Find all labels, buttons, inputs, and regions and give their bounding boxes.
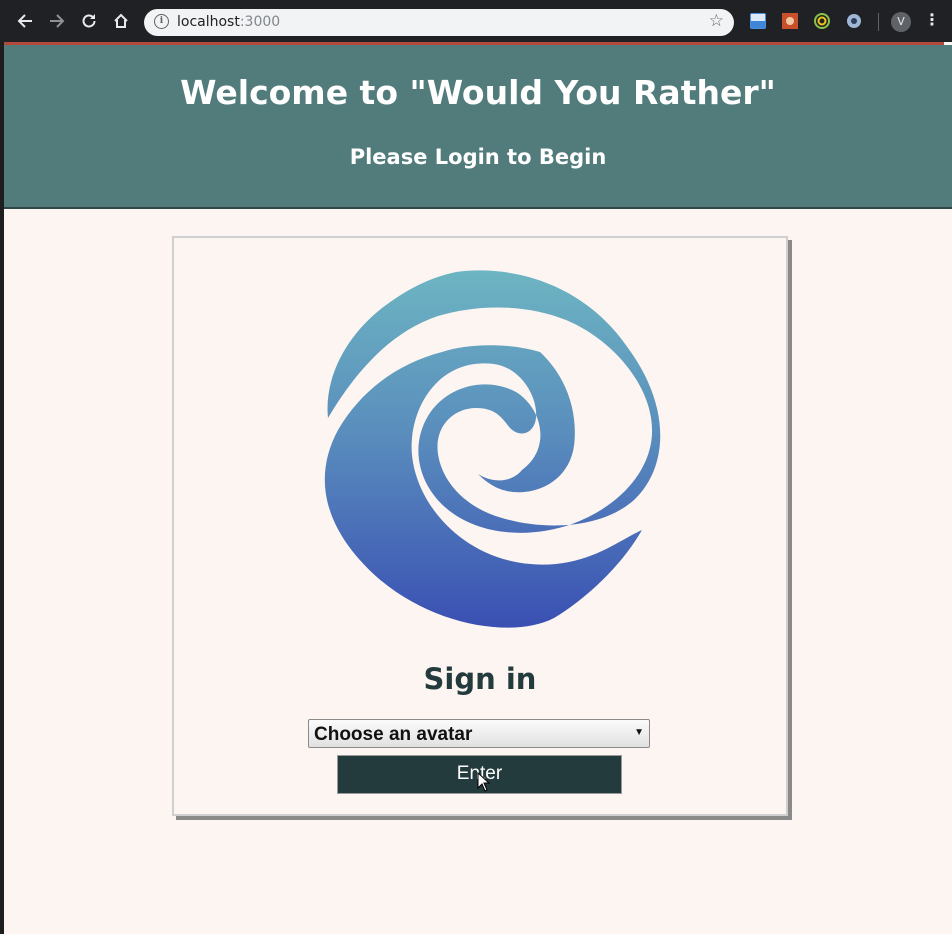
signin-title: Sign in	[423, 662, 537, 696]
mouse-cursor-icon	[477, 772, 491, 792]
page-title: Welcome to "Would You Rather"	[180, 73, 776, 112]
chevron-down-icon: ▼	[634, 727, 644, 738]
signin-card: Sign in Choose an avatar ▼ Enter	[172, 236, 788, 816]
forward-icon[interactable]	[45, 9, 69, 33]
spiral-logo-icon	[324, 270, 661, 628]
extension-4-icon[interactable]	[846, 13, 862, 29]
extension-3-icon[interactable]	[814, 13, 830, 29]
back-icon[interactable]	[13, 9, 37, 33]
reload-icon[interactable]	[77, 9, 101, 33]
extension-2-icon[interactable]	[782, 13, 798, 29]
avatar-select-value: Choose an avatar	[314, 724, 473, 745]
app-header: Welcome to "Would You Rather" Please Log…	[4, 45, 952, 209]
star-icon[interactable]: ☆	[709, 11, 724, 31]
page-subtitle: Please Login to Begin	[349, 145, 607, 169]
info-icon[interactable]: i	[154, 14, 169, 29]
url-port: :3000	[239, 14, 281, 30]
address-bar[interactable]: i localhost:3000 ☆	[144, 9, 734, 36]
url-text: localhost:3000	[177, 14, 280, 30]
page: Welcome to "Would You Rather" Please Log…	[4, 42, 952, 934]
home-icon[interactable]	[109, 9, 133, 33]
extension-1-icon[interactable]	[750, 13, 766, 29]
browser-toolbar: i localhost:3000 ☆ V ⋮	[0, 0, 952, 42]
avatar-select[interactable]: Choose an avatar ▼	[308, 719, 650, 748]
url-host: localhost	[177, 14, 240, 30]
profile-avatar[interactable]: V	[891, 12, 911, 32]
toolbar-divider	[878, 13, 879, 31]
menu-dots-icon[interactable]: ⋮	[924, 10, 940, 29]
